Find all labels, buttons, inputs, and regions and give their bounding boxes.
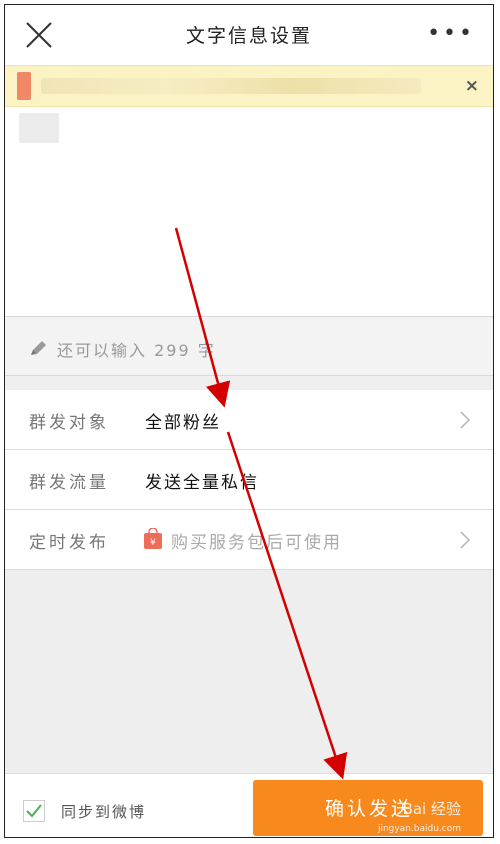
shopping-bag-icon: ¥ (144, 528, 162, 549)
notice-icon (17, 72, 31, 100)
baidu-watermark-url: jingyan.baidu.com (377, 824, 461, 834)
input-content-blurred (19, 113, 59, 143)
schedule-value: 购买服务包后可使用 (171, 533, 342, 553)
svg-text:¥: ¥ (150, 538, 156, 548)
page-title: 文字信息设置 (185, 25, 312, 47)
notice-text-blurred (41, 78, 421, 94)
bottom-bar: 同步到微博 确认发送 Bai 经验 jingyan.baidu.com (5, 773, 493, 837)
sync-label: 同步到微博 (61, 803, 147, 821)
sync-checkbox[interactable] (23, 800, 45, 822)
top-bar: 文字信息设置 ••• (5, 5, 493, 65)
traffic-value: 发送全量私信 (145, 473, 259, 493)
app-frame: 文字信息设置 ••• × 还可以输入 299 字 群发对象 全部粉丝 群发流量 … (4, 4, 494, 838)
baidu-watermark: Bai 经验 (402, 800, 461, 818)
char-counter-text: 还可以输入 299 字 (57, 341, 216, 360)
section-divider (5, 376, 493, 390)
schedule-label: 定时发布 (29, 533, 109, 553)
audience-value: 全部粉丝 (145, 413, 221, 433)
audience-row[interactable]: 群发对象 全部粉丝 (5, 390, 493, 450)
checkmark-icon (26, 804, 42, 818)
message-input[interactable] (5, 107, 493, 315)
schedule-row[interactable]: 定时发布 ¥ 购买服务包后可使用 (5, 510, 493, 570)
notice-banner: × (5, 65, 493, 107)
more-options-icon[interactable]: ••• (427, 21, 475, 46)
pencil-icon (31, 341, 46, 355)
char-counter-row: 还可以输入 299 字 (5, 316, 493, 376)
confirm-send-button[interactable]: 确认发送 Bai 经验 jingyan.baidu.com (253, 780, 483, 836)
audience-label: 群发对象 (29, 413, 109, 433)
chevron-right-icon (460, 531, 471, 549)
notice-close-button[interactable]: × (465, 76, 479, 96)
traffic-label: 群发流量 (29, 473, 109, 493)
traffic-row[interactable]: 群发流量 发送全量私信 (5, 450, 493, 510)
confirm-send-label: 确认发送 (325, 798, 414, 820)
chevron-right-icon (460, 411, 471, 429)
empty-area (5, 570, 493, 773)
